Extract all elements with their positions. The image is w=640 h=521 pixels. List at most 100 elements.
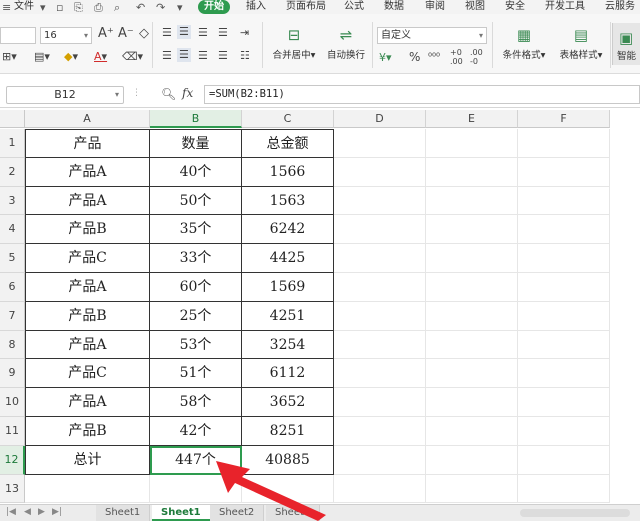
decrease-decimal-icon[interactable]: .00 -0 xyxy=(470,48,483,66)
table-cell-c5[interactable]: 4425 xyxy=(242,244,334,273)
row-header-1[interactable]: 1 xyxy=(0,129,25,158)
thousands-icon[interactable]: ⁰⁰⁰ xyxy=(428,51,440,65)
increase-decimal-icon[interactable]: +0.00 xyxy=(450,48,463,66)
cell-d13[interactable] xyxy=(334,474,426,504)
increase-font-icon[interactable]: A⁺ xyxy=(98,27,114,41)
cell-d10[interactable] xyxy=(334,388,426,417)
cell-f4[interactable] xyxy=(518,215,610,245)
cell-e10[interactable] xyxy=(426,388,518,417)
table-cell-a8[interactable]: 产品A xyxy=(25,330,150,360)
zoom-search-icon[interactable]: 🔍︎ xyxy=(161,87,176,101)
table-cell-b6[interactable]: 60个 xyxy=(150,273,242,302)
font-color-icon[interactable]: A▾ xyxy=(94,50,107,64)
cell-e5[interactable] xyxy=(426,244,518,273)
tab-security[interactable]: 安全 xyxy=(505,0,525,14)
table-cell-c6[interactable]: 1569 xyxy=(242,273,334,302)
next-sheet-icon[interactable]: ▶ xyxy=(38,507,45,517)
row-header-7[interactable]: 7 xyxy=(0,301,25,331)
cell-f3[interactable] xyxy=(518,186,610,216)
table-cell-b4[interactable]: 35个 xyxy=(150,215,242,245)
table-cell-c3[interactable]: 1563 xyxy=(242,186,334,216)
cell-e11[interactable] xyxy=(426,417,518,446)
column-header-f[interactable]: F xyxy=(518,110,610,128)
row-header-12[interactable]: 12 xyxy=(0,445,25,475)
cell-e3[interactable] xyxy=(426,186,518,216)
percent-icon[interactable]: % xyxy=(409,50,420,64)
row-header-10[interactable]: 10 xyxy=(0,388,25,417)
sheet-tab-active[interactable]: Sheet1 xyxy=(152,505,211,521)
cell-e9[interactable] xyxy=(426,359,518,389)
first-sheet-icon[interactable]: |◀ xyxy=(6,507,16,517)
row-header-4[interactable]: 4 xyxy=(0,215,25,245)
horizontal-scrollbar[interactable] xyxy=(520,509,630,517)
merge-center-button[interactable]: ⊟ 合并居中▾ xyxy=(268,26,320,61)
export-pdf-icon[interactable]: ⎘ xyxy=(74,1,83,15)
table-cell-b5[interactable]: 33个 xyxy=(150,244,242,273)
cell-e13[interactable] xyxy=(426,474,518,504)
select-all-corner[interactable] xyxy=(0,110,25,128)
cell-d8[interactable] xyxy=(334,330,426,360)
conditional-format-button[interactable]: ▦ 条件格式▾ xyxy=(497,26,551,61)
save-icon[interactable]: ▫ xyxy=(56,1,63,14)
orientation-icon[interactable]: ☰ xyxy=(218,26,228,40)
cell-d11[interactable] xyxy=(334,417,426,446)
cell-d3[interactable] xyxy=(334,186,426,216)
table-style-button[interactable]: ▤ 表格样式▾ xyxy=(554,26,608,61)
cell-f5[interactable] xyxy=(518,244,610,273)
row-header-3[interactable]: 3 xyxy=(0,186,25,216)
row-header-9[interactable]: 9 xyxy=(0,359,25,389)
table-cell-a11[interactable]: 产品B xyxy=(25,417,150,446)
cell-f6[interactable] xyxy=(518,273,610,302)
tab-insert[interactable]: 插入 xyxy=(246,0,266,14)
cell-e6[interactable] xyxy=(426,273,518,302)
prev-sheet-icon[interactable]: ◀ xyxy=(24,507,31,517)
distribute-icon[interactable]: ☷ xyxy=(240,49,250,63)
menu-icon[interactable]: ≡ xyxy=(2,1,11,14)
decrease-font-icon[interactable]: A⁻ xyxy=(118,27,134,41)
number-format-select[interactable]: 自定义 ▾ xyxy=(377,27,487,44)
name-box[interactable]: B12 ▾ xyxy=(6,86,124,104)
undo-icon[interactable]: ↶ xyxy=(136,1,145,14)
cell-d1[interactable] xyxy=(334,129,426,158)
table-cell-a5[interactable]: 产品C xyxy=(25,244,150,273)
cell-f1[interactable] xyxy=(518,129,610,158)
print-icon[interactable]: ⎙ xyxy=(94,1,103,15)
column-header-a[interactable]: A xyxy=(25,110,150,128)
cell-e1[interactable] xyxy=(426,129,518,158)
align-right-icon[interactable]: ☰ xyxy=(198,49,208,63)
table-header-cell-c1[interactable]: 总金额 xyxy=(242,129,334,158)
more-icon[interactable]: ▾ xyxy=(177,1,183,14)
table-cell-b2[interactable]: 40个 xyxy=(150,157,242,187)
cell-f2[interactable] xyxy=(518,157,610,187)
table-cell-b7[interactable]: 25个 xyxy=(150,301,242,331)
table-cell-b11[interactable]: 42个 xyxy=(150,417,242,446)
justify-icon[interactable]: ☰ xyxy=(218,49,228,63)
row-header-2[interactable]: 2 xyxy=(0,157,25,187)
tab-review[interactable]: 审阅 xyxy=(425,0,445,14)
table-cell-c2[interactable]: 1566 xyxy=(242,157,334,187)
table-cell-a3[interactable]: 产品A xyxy=(25,186,150,216)
cell-d5[interactable] xyxy=(334,244,426,273)
cell-d12[interactable] xyxy=(334,445,426,475)
align-middle-icon[interactable]: ☰ xyxy=(177,25,191,39)
cell-a13[interactable] xyxy=(25,474,150,504)
clear-format-icon[interactable]: ◇ xyxy=(139,27,149,41)
last-sheet-icon[interactable]: ▶| xyxy=(52,507,62,517)
cell-f12[interactable] xyxy=(518,445,610,475)
cell-f9[interactable] xyxy=(518,359,610,389)
wrap-text-button[interactable]: ⇌ 自动换行 xyxy=(323,26,369,61)
tab-data[interactable]: 数据 xyxy=(384,0,404,14)
cell-d6[interactable] xyxy=(334,273,426,302)
column-header-c[interactable]: C xyxy=(242,110,334,128)
cell-f10[interactable] xyxy=(518,388,610,417)
fill-color-icon[interactable]: ◆▾ xyxy=(64,50,78,64)
print-preview-icon[interactable]: ⌕ xyxy=(114,1,120,15)
table-cell-a4[interactable]: 产品B xyxy=(25,215,150,245)
table-cell-c7[interactable]: 4251 xyxy=(242,301,334,331)
row-header-6[interactable]: 6 xyxy=(0,273,25,302)
cell-f8[interactable] xyxy=(518,330,610,360)
file-menu[interactable]: 文件 xyxy=(14,0,34,14)
row-header-8[interactable]: 8 xyxy=(0,330,25,360)
table-cell-b8[interactable]: 53个 xyxy=(150,330,242,360)
redo-icon[interactable]: ↷ xyxy=(156,1,165,14)
